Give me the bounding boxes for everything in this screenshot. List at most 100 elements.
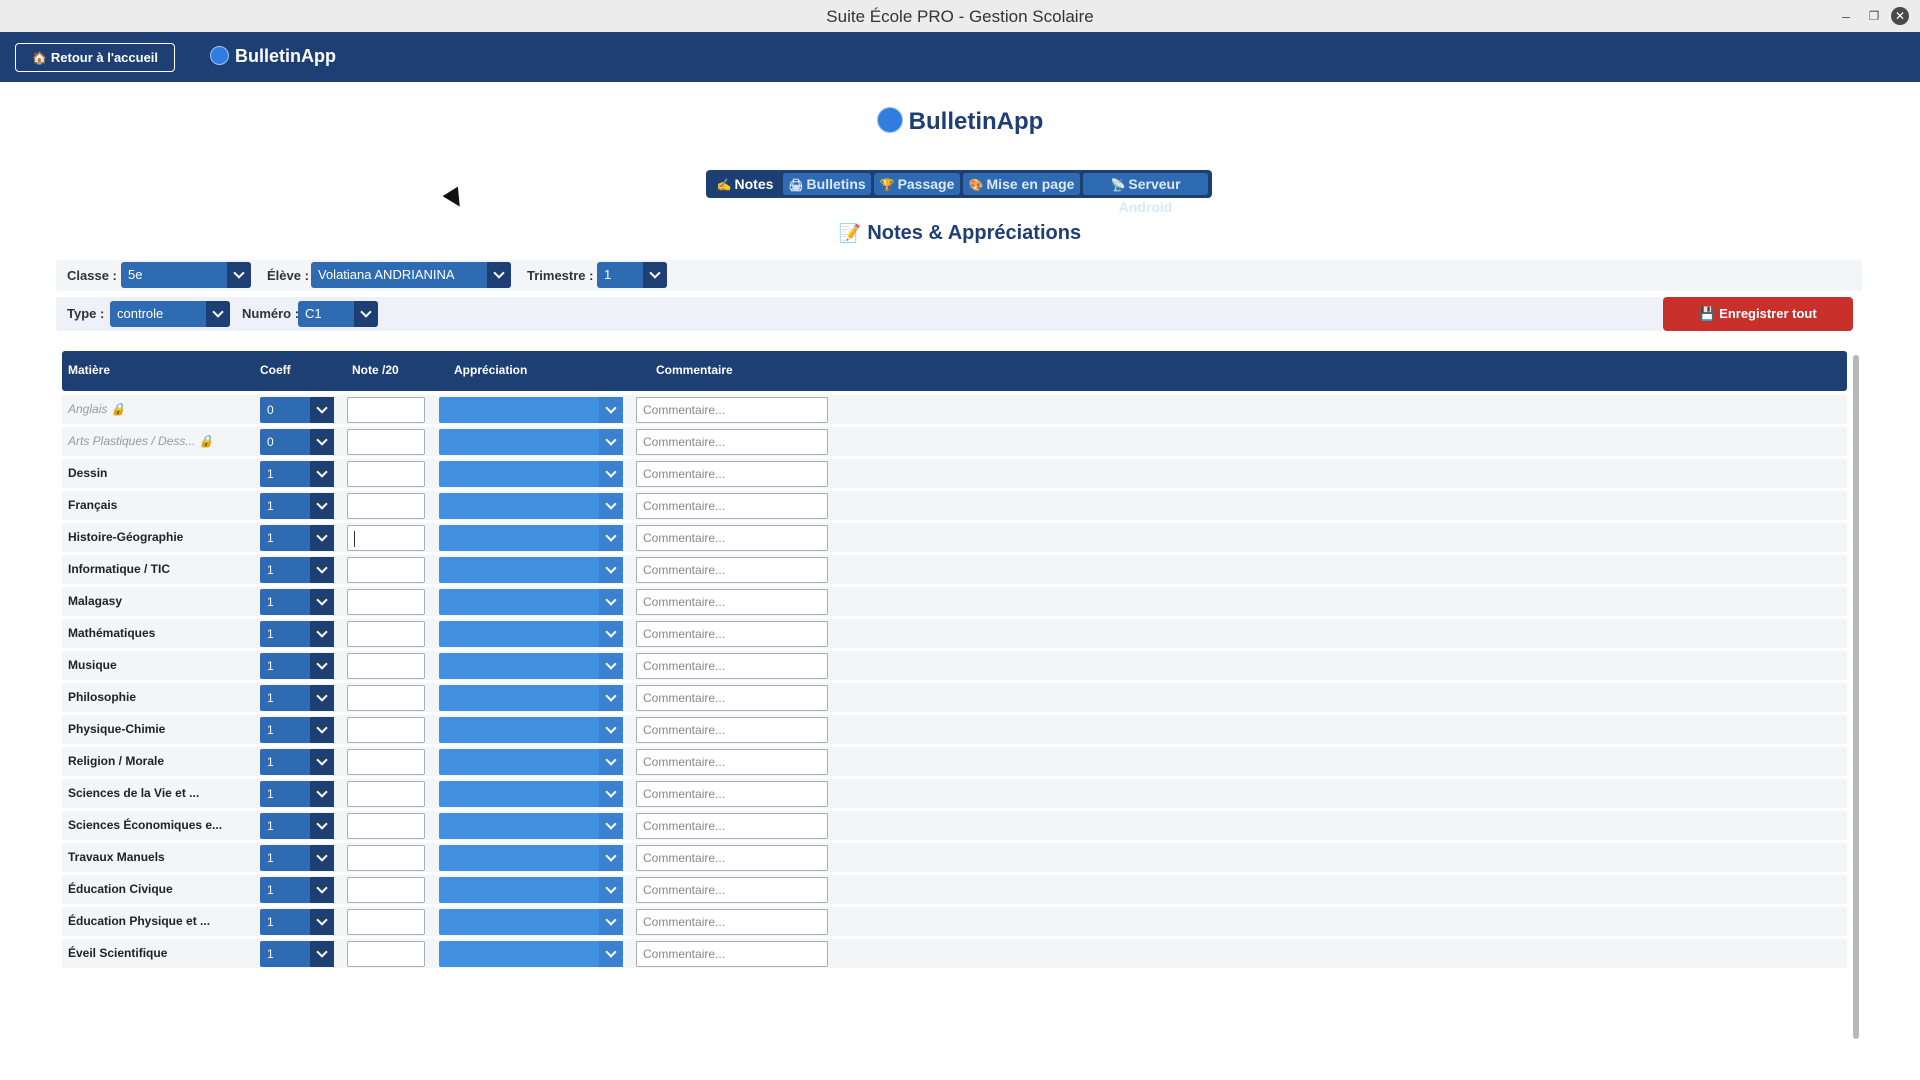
comment-input[interactable]: Commentaire... — [636, 813, 828, 839]
comment-input[interactable]: Commentaire... — [636, 493, 828, 519]
blue-circle-icon — [210, 46, 229, 65]
coeff-select[interactable]: 1 — [260, 941, 334, 967]
coeff-select[interactable]: 0 — [260, 429, 334, 455]
note-input[interactable] — [347, 589, 425, 615]
comment-input[interactable]: Commentaire... — [636, 685, 828, 711]
close-icon[interactable]: ✕ — [1891, 7, 1909, 25]
note-input[interactable] — [347, 621, 425, 647]
trimestre-label: Trimestre : — [527, 268, 594, 283]
coeff-select[interactable]: 1 — [260, 685, 334, 711]
coeff-select[interactable]: 1 — [260, 749, 334, 775]
appreciation-select[interactable] — [439, 941, 623, 967]
note-input[interactable] — [347, 941, 425, 967]
note-input[interactable] — [347, 685, 425, 711]
coeff-select[interactable]: 1 — [260, 525, 334, 551]
home-button[interactable]: 🏠 Retour à l'accueil — [15, 43, 175, 72]
appreciation-select[interactable] — [439, 909, 623, 935]
coeff-select[interactable]: 1 — [260, 845, 334, 871]
coeff-select[interactable]: 1 — [260, 877, 334, 903]
chevron-down-icon — [599, 909, 623, 935]
classe-select[interactable]: 5e — [121, 262, 251, 288]
subject-name: Anglais 🔒 — [68, 402, 126, 416]
appreciation-select[interactable] — [439, 813, 623, 839]
note-input[interactable] — [347, 909, 425, 935]
tab-notes[interactable]: ✍ Notes — [710, 173, 780, 195]
save-all-button[interactable]: 💾 Enregistrer tout — [1663, 297, 1853, 331]
coeff-select[interactable]: 1 — [260, 781, 334, 807]
comment-input[interactable]: Commentaire... — [636, 589, 828, 615]
comment-input[interactable]: Commentaire... — [636, 877, 828, 903]
eleve-select[interactable]: Volatiana ANDRIANINA — [311, 262, 511, 288]
note-input[interactable] — [347, 525, 425, 551]
appreciation-select[interactable] — [439, 493, 623, 519]
appreciation-select[interactable] — [439, 461, 623, 487]
note-input[interactable] — [347, 653, 425, 679]
note-input[interactable] — [347, 493, 425, 519]
note-input[interactable] — [347, 877, 425, 903]
subject-name: Éducation Physique et ... — [68, 914, 211, 928]
comment-input[interactable]: Commentaire... — [636, 941, 828, 967]
note-input[interactable] — [347, 717, 425, 743]
appreciation-select[interactable] — [439, 653, 623, 679]
tab-passage[interactable]: 🏆 Passage — [874, 173, 960, 195]
note-input[interactable] — [347, 749, 425, 775]
appreciation-select[interactable] — [439, 877, 623, 903]
note-input[interactable] — [347, 429, 425, 455]
comment-input[interactable]: Commentaire... — [636, 909, 828, 935]
note-input[interactable] — [347, 461, 425, 487]
chevron-down-icon — [599, 813, 623, 839]
appreciation-select[interactable] — [439, 717, 623, 743]
note-input[interactable] — [347, 813, 425, 839]
coeff-select[interactable]: 1 — [260, 653, 334, 679]
appreciation-select[interactable] — [439, 397, 623, 423]
appreciation-select[interactable] — [439, 621, 623, 647]
appreciation-select[interactable] — [439, 845, 623, 871]
note-input[interactable] — [347, 845, 425, 871]
trimestre-select[interactable]: 1 — [597, 262, 667, 288]
vertical-scrollbar[interactable] — [1853, 355, 1859, 1039]
coeff-value: 0 — [267, 435, 274, 449]
comment-input[interactable]: Commentaire... — [636, 653, 828, 679]
coeff-select[interactable]: 0 — [260, 397, 334, 423]
subject-name: Éveil Scientifique — [68, 946, 168, 960]
comment-input[interactable]: Commentaire... — [636, 749, 828, 775]
comment-input[interactable]: Commentaire... — [636, 557, 828, 583]
comment-input[interactable]: Commentaire... — [636, 717, 828, 743]
appreciation-select[interactable] — [439, 525, 623, 551]
table-row: Éducation Physique et ... 1 Commentaire... — [62, 907, 1847, 936]
maximize-icon[interactable]: ❐ — [1864, 6, 1884, 26]
comment-input[interactable]: Commentaire... — [636, 429, 828, 455]
comment-input[interactable]: Commentaire... — [636, 781, 828, 807]
coeff-select[interactable]: 1 — [260, 461, 334, 487]
coeff-select[interactable]: 1 — [260, 621, 334, 647]
appreciation-select[interactable] — [439, 781, 623, 807]
note-input[interactable] — [347, 397, 425, 423]
numero-select[interactable]: C1 — [298, 301, 378, 327]
type-select[interactable]: controle — [110, 301, 230, 327]
tab-mise-en-page[interactable]: 🎨 Mise en page — [963, 173, 1080, 195]
appreciation-select[interactable] — [439, 557, 623, 583]
comment-input[interactable]: Commentaire... — [636, 621, 828, 647]
appreciation-select[interactable] — [439, 429, 623, 455]
tab-label: Mise en page — [986, 176, 1075, 192]
subject-name: Malagasy — [68, 594, 123, 608]
minimize-icon[interactable]: – — [1836, 6, 1856, 26]
appreciation-select[interactable] — [439, 685, 623, 711]
coeff-select[interactable]: 1 — [260, 557, 334, 583]
tab-bulletins[interactable]: 🖨 Bulletins — [783, 173, 871, 195]
appreciation-select[interactable] — [439, 589, 623, 615]
comment-input[interactable]: Commentaire... — [636, 525, 828, 551]
comment-input[interactable]: Commentaire... — [636, 461, 828, 487]
comment-input[interactable]: Commentaire... — [636, 845, 828, 871]
coeff-select[interactable]: 1 — [260, 717, 334, 743]
coeff-select[interactable]: 1 — [260, 909, 334, 935]
appreciation-select[interactable] — [439, 749, 623, 775]
comment-input[interactable]: Commentaire... — [636, 397, 828, 423]
coeff-value: 1 — [267, 723, 274, 737]
coeff-select[interactable]: 1 — [260, 589, 334, 615]
note-input[interactable] — [347, 557, 425, 583]
note-input[interactable] — [347, 781, 425, 807]
coeff-select[interactable]: 1 — [260, 813, 334, 839]
tab-serveur-android[interactable]: 📡 Serveur Android — [1083, 173, 1208, 215]
coeff-select[interactable]: 1 — [260, 493, 334, 519]
